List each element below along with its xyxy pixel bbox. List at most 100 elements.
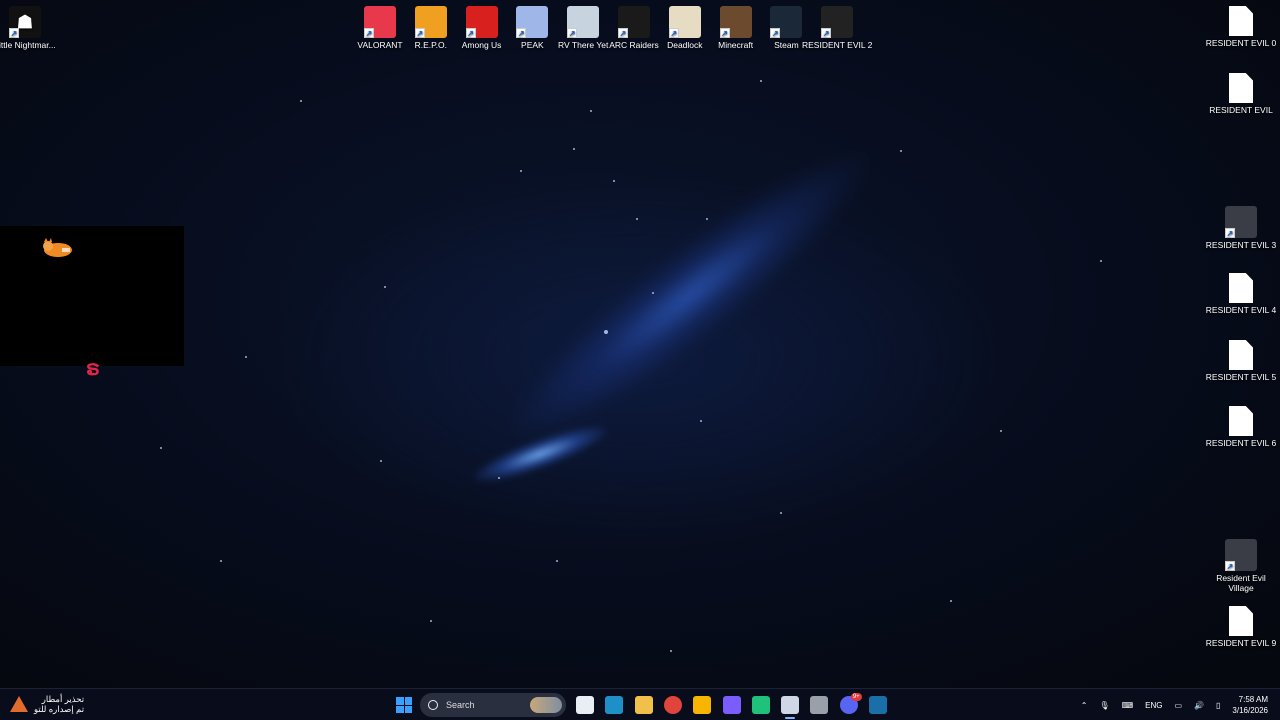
star	[220, 560, 222, 562]
start-button[interactable]	[396, 697, 412, 713]
file-icon	[1229, 273, 1253, 303]
system-tray: ⌃ 🎙 ⌨ ENG ▭ 🔊 ▯ 7:58 AM 3/16/2026	[1075, 689, 1280, 720]
desktop-icon-label: Resident Evil Village	[1216, 573, 1266, 593]
clock-date: 3/16/2026	[1232, 706, 1268, 715]
star	[556, 560, 558, 562]
weather-warning-icon	[10, 696, 28, 712]
peak-icon: ↗	[516, 6, 549, 38]
nebula-glow	[481, 117, 899, 473]
star	[700, 420, 702, 422]
desktop-icon-right-0[interactable]: RESIDENT EVIL 0	[1204, 2, 1278, 48]
chat-app[interactable]	[810, 696, 829, 714]
shortcut-arrow-icon: ↗	[719, 28, 730, 38]
desktop-icon-resident-evil-2[interactable]: ↗ RESIDENT EVIL 2	[800, 2, 874, 50]
shortcut-arrow-icon: ↗	[516, 28, 527, 38]
edge-app[interactable]	[605, 696, 624, 714]
deadlock-icon: ↗	[668, 6, 701, 38]
star	[1000, 430, 1002, 432]
copilot-app[interactable]	[722, 696, 741, 714]
desktop-icon-label: RESIDENT EVIL 9	[1205, 638, 1277, 648]
star	[1100, 260, 1102, 262]
star	[380, 460, 382, 462]
voice-app[interactable]	[751, 696, 770, 714]
chrome-app[interactable]	[663, 696, 682, 714]
desktop-icon-label: RESIDENT EVIL 2	[801, 40, 873, 50]
notification-badge: 9+	[850, 693, 862, 701]
clock[interactable]: 7:58 AM 3/16/2026	[1232, 694, 1268, 716]
file-explorer-app[interactable]	[576, 696, 594, 714]
star	[636, 218, 638, 220]
among-us-icon: ↗	[465, 6, 498, 38]
keyboard-icon[interactable]: ⌨	[1122, 701, 1134, 710]
microphone-icon[interactable]: 🎙	[1099, 701, 1109, 710]
shortcut-arrow-icon: ↗	[364, 28, 374, 38]
star	[300, 100, 302, 102]
desktop-icon-right-5[interactable]: RESIDENT EVIL 6	[1204, 402, 1278, 448]
desktop-icon-right-6[interactable]: ↗ Resident Evil Village	[1204, 535, 1278, 593]
desktop-icon-right-3[interactable]: RESIDENT EVIL 4	[1204, 269, 1278, 315]
battery-icon[interactable]: ▯	[1216, 701, 1220, 710]
star	[573, 148, 575, 150]
star	[430, 620, 432, 622]
weather-title: تحذير أمطار	[41, 694, 85, 704]
search-label: Search	[446, 700, 475, 710]
folder-app[interactable]	[634, 696, 653, 714]
star	[780, 512, 782, 514]
star	[590, 110, 592, 112]
star	[384, 286, 386, 288]
resident-evil-village-icon: ↗	[1225, 539, 1257, 571]
cat-sticker-icon	[43, 238, 72, 257]
desktop-icon-label: RESIDENT EVIL 5	[1205, 372, 1277, 382]
desktop-icon-label: RESIDENT EVIL 6	[1205, 438, 1277, 448]
star	[604, 330, 608, 334]
shortcut-arrow-icon: ↗	[821, 28, 832, 38]
desktop-icon-label: RESIDENT EVIL 4	[1205, 305, 1277, 315]
desktop-icon-label: RESIDENT EVIL	[1209, 105, 1273, 115]
shortcut-arrow-icon: ↗	[770, 28, 781, 38]
desktop-icon-label: Little Nightmar...	[0, 40, 56, 50]
desktop-icon-right-1[interactable]: RESIDENT EVIL	[1204, 69, 1278, 115]
discord-app[interactable]: 9+	[839, 693, 862, 714]
clock-time: 7:58 AM	[1238, 695, 1268, 704]
volume-icon[interactable]: 🔊	[1194, 701, 1204, 710]
red-logo-icon: ຣ	[86, 358, 100, 380]
resident-evil-3-icon: ↗	[1225, 206, 1257, 238]
desktop-icon-right-2[interactable]: ↗ RESIDENT EVIL 3	[1204, 202, 1278, 250]
arc-raiders-icon: ↗	[618, 6, 650, 38]
obs-app[interactable]	[781, 696, 800, 719]
search-box[interactable]: Search	[420, 693, 566, 717]
rv-there-yet-icon: ↗	[567, 6, 600, 38]
steam-tray-app[interactable]	[869, 696, 887, 714]
desktop-icon-little-nightmares[interactable]: ☗ ↗ Little Nightmar...	[0, 2, 62, 50]
taskbar: تحذير أمطار تم إصداره للتو Search 9+ ⌃ 🎙…	[0, 688, 1280, 720]
language-indicator[interactable]: ENG	[1145, 701, 1162, 710]
file-icon	[1229, 406, 1253, 436]
weather-subtitle: تم إصداره للتو	[34, 704, 85, 714]
star	[760, 80, 762, 82]
shortcut-arrow-icon: ↗	[1225, 228, 1235, 238]
windows-logo-icon	[396, 697, 404, 705]
search-icon	[428, 700, 438, 710]
shortcut-arrow-icon: ↗	[618, 28, 628, 38]
desktop-icon-right-7[interactable]: RESIDENT EVIL 9	[1204, 602, 1278, 648]
rockstar-app[interactable]	[693, 696, 712, 714]
little-nightmares-icon: ☗ ↗	[9, 6, 41, 38]
star	[706, 218, 708, 220]
network-icon[interactable]: ▭	[1174, 701, 1182, 710]
file-icon	[1229, 6, 1253, 36]
desktop-icon-right-4[interactable]: RESIDENT EVIL 5	[1204, 336, 1278, 382]
minecraft-icon: ↗	[719, 6, 752, 38]
desktop-icon-label: RESIDENT EVIL 3	[1205, 240, 1277, 250]
widget-panel	[0, 226, 184, 366]
shortcut-arrow-icon: ↗	[567, 28, 578, 38]
shortcut-arrow-icon: ↗	[1225, 561, 1235, 571]
resident-evil-2-icon: ↗	[821, 6, 854, 38]
star	[498, 477, 500, 479]
weather-widget[interactable]: تحذير أمطار تم إصداره للتو	[10, 694, 84, 714]
file-icon	[1229, 606, 1253, 636]
chevron-up-icon[interactable]: ⌃	[1081, 701, 1088, 710]
shortcut-arrow-icon: ↗	[465, 28, 476, 38]
star	[245, 356, 247, 358]
shortcut-arrow-icon: ↗	[668, 28, 679, 38]
search-highlight-image	[530, 697, 562, 713]
